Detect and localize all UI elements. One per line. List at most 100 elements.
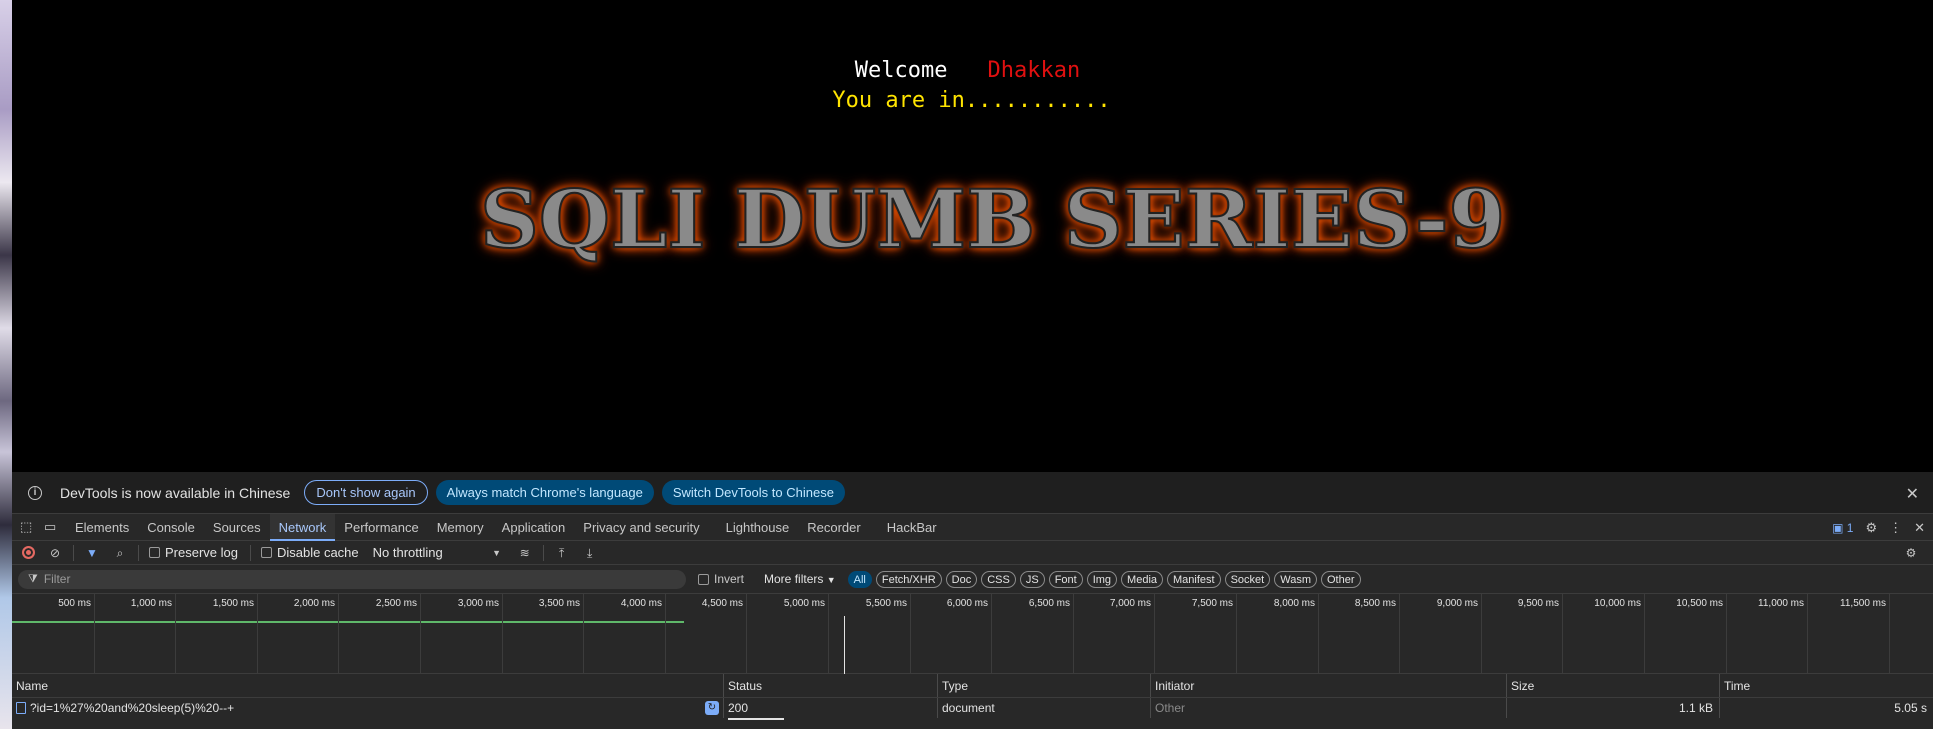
record-stop-icon[interactable] <box>22 546 35 559</box>
filter-chip[interactable]: Fetch/XHR <box>875 570 942 588</box>
filter-chip[interactable]: Doc <box>945 570 978 588</box>
timeline-gridline <box>338 594 339 674</box>
import-har-icon[interactable]: ⤒ <box>555 546 569 560</box>
tab-privacy-security[interactable]: Privacy and security <box>574 514 708 541</box>
tab-elements[interactable]: Elements <box>66 514 138 541</box>
timeline-tick-label: 9,500 ms <box>1517 598 1559 609</box>
invert-checkbox[interactable] <box>698 573 709 585</box>
screen: Welcome Dhakkan You are in........... SQL… <box>0 0 1933 729</box>
clear-icon[interactable]: ⊘ <box>48 546 62 560</box>
timeline-gridline <box>420 594 421 674</box>
devtools-panel: i DevTools is now available in Chinese D… <box>12 472 1933 729</box>
filter-chip[interactable]: Media <box>1121 570 1164 588</box>
tab-memory[interactable]: Memory <box>428 514 493 541</box>
timeline-tick-label: 5,000 ms <box>783 598 825 609</box>
network-settings-gear-icon[interactable]: ⚙ <box>1904 546 1918 560</box>
filter-chip[interactable]: JS <box>1019 570 1045 588</box>
filter-chip[interactable]: Img <box>1086 570 1118 588</box>
filter-chip[interactable]: Socket <box>1224 570 1271 588</box>
request-size: 1.1 kB <box>1507 698 1720 718</box>
refresh-icon[interactable]: ↻ <box>705 701 719 715</box>
network-overview-timeline[interactable]: 500 ms 1,000 ms 1,500 ms 2,000 ms 2,500 ms 3,… <box>12 594 1933 674</box>
timeline-tick-label: 11,000 ms <box>1758 598 1804 609</box>
column-header-type[interactable]: Type <box>938 674 1151 697</box>
table-row[interactable]: ?id=1%27%20and%20sleep(5)%20--+ ↻ 200 do… <box>12 698 1933 718</box>
timeline-tick-label: 2,000 ms <box>293 598 335 609</box>
timeline-gridline <box>1399 594 1400 674</box>
tab-application[interactable]: Application <box>493 514 575 541</box>
device-toolbar-icon[interactable]: ▭ <box>44 519 60 535</box>
document-icon <box>16 702 26 714</box>
throttling-select[interactable]: No throttling <box>373 545 483 560</box>
timeline-tick-label: 7,000 ms <box>1109 598 1151 609</box>
language-infobar: i DevTools is now available in Chinese D… <box>12 472 1933 514</box>
timeline-gridline <box>1073 594 1074 674</box>
timeline-gridline <box>94 594 95 674</box>
timeline-tick-label: 10,500 ms <box>1676 598 1723 609</box>
tab-sources[interactable]: Sources <box>204 514 270 541</box>
more-options-icon[interactable]: ⋮ <box>1889 520 1902 536</box>
timeline-gridline <box>1318 594 1319 674</box>
tab-recorder[interactable]: Recorder <box>798 514 869 541</box>
chevron-down-icon: ▼ <box>826 575 836 585</box>
close-devtools-icon[interactable]: ✕ <box>1914 520 1925 536</box>
tab-console[interactable]: Console <box>138 514 204 541</box>
timeline-tick-label: 6,000 ms <box>946 598 988 609</box>
web-page: Welcome Dhakkan You are in........... SQL… <box>12 0 1933 472</box>
timeline-gridline <box>991 594 992 674</box>
more-filters-dropdown[interactable]: More filters ▼ <box>764 572 836 586</box>
timeline-gridline <box>1481 594 1482 674</box>
tab-lighthouse[interactable]: Lighthouse <box>717 514 799 541</box>
filter-input[interactable]: ⧩ Filter <box>18 569 686 589</box>
divider <box>138 544 139 561</box>
filter-chip[interactable]: All <box>847 570 872 588</box>
tab-hackbar[interactable]: HackBar <box>878 514 946 541</box>
inspect-element-icon[interactable]: ⬚ <box>20 519 36 535</box>
infobar-message: DevTools is now available in Chinese <box>60 484 291 501</box>
dont-show-again-button[interactable]: Don't show again <box>304 480 428 505</box>
disable-cache-checkbox[interactable] <box>260 547 272 558</box>
timeline-tick-label: 1,500 ms <box>212 598 254 609</box>
settings-gear-icon[interactable]: ⚙ <box>1865 520 1877 536</box>
invert-toggle[interactable]: Invert <box>698 572 744 586</box>
close-icon[interactable]: ✕ <box>1906 484 1919 504</box>
status-column-resize-handle <box>728 718 784 720</box>
preserve-log-label: Preserve log <box>165 545 238 560</box>
tab-performance[interactable]: Performance <box>335 514 427 541</box>
network-conditions-icon[interactable]: ≋ <box>518 546 532 560</box>
search-icon[interactable]: ⌕ <box>113 546 127 560</box>
timeline-tick-label: 10,000 ms <box>1594 598 1641 609</box>
column-header-name[interactable]: Name <box>12 674 724 697</box>
timeline-cursor <box>844 616 845 674</box>
always-match-language-button[interactable]: Always match Chrome's language <box>435 480 654 505</box>
filter-chip[interactable]: Other <box>1321 570 1361 588</box>
divider <box>249 544 251 561</box>
tab-network[interactable]: Network <box>269 513 336 541</box>
invert-label: Invert <box>714 572 745 586</box>
timeline-gridline <box>583 594 584 674</box>
chevron-down-icon[interactable]: ▼ <box>490 546 504 560</box>
timeline-tick-label: 8,500 ms <box>1354 598 1396 609</box>
request-name: ?id=1%27%20and%20sleep(5)%20--+ <box>30 701 235 715</box>
timeline-gridline <box>746 594 747 674</box>
switch-to-chinese-button[interactable]: Switch DevTools to Chinese <box>661 480 845 505</box>
resource-type-chips: All Fetch/XHR Doc CSS JS Font Img Media Manifest… <box>847 570 1361 588</box>
devtools-tabbar: ⬚ ▭ Elements Console Sources Network Per… <box>12 513 1933 541</box>
column-header-status[interactable]: Status <box>724 674 938 697</box>
export-har-icon[interactable]: ⤓ <box>583 546 597 560</box>
filter-chip[interactable]: Wasm <box>1274 570 1317 588</box>
filter-funnel-icon[interactable]: ▼ <box>85 546 99 560</box>
column-header-initiator[interactable]: Initiator <box>1151 674 1507 697</box>
filter-placeholder: Filter <box>43 572 71 586</box>
tabbar-right-actions: ▣ 1 ⚙ ⋮ ✕ <box>1832 514 1925 541</box>
column-header-size[interactable]: Size <box>1507 674 1720 697</box>
filter-chip[interactable]: Font <box>1048 570 1083 588</box>
filter-chip[interactable]: Manifest <box>1167 570 1221 588</box>
column-header-time[interactable]: Time <box>1720 674 1933 697</box>
requests-table-header: Name Status Type Initiator Size Time <box>12 674 1933 698</box>
welcome-text: Welcome <box>854 58 948 83</box>
preserve-log-checkbox[interactable] <box>149 547 160 558</box>
filter-chip[interactable]: CSS <box>981 570 1016 588</box>
network-toolbar: ⊘ ▼ ⌕ Preserve log Disable cache No thro… <box>12 541 1933 565</box>
issues-badge[interactable]: ▣ 1 <box>1832 521 1853 535</box>
